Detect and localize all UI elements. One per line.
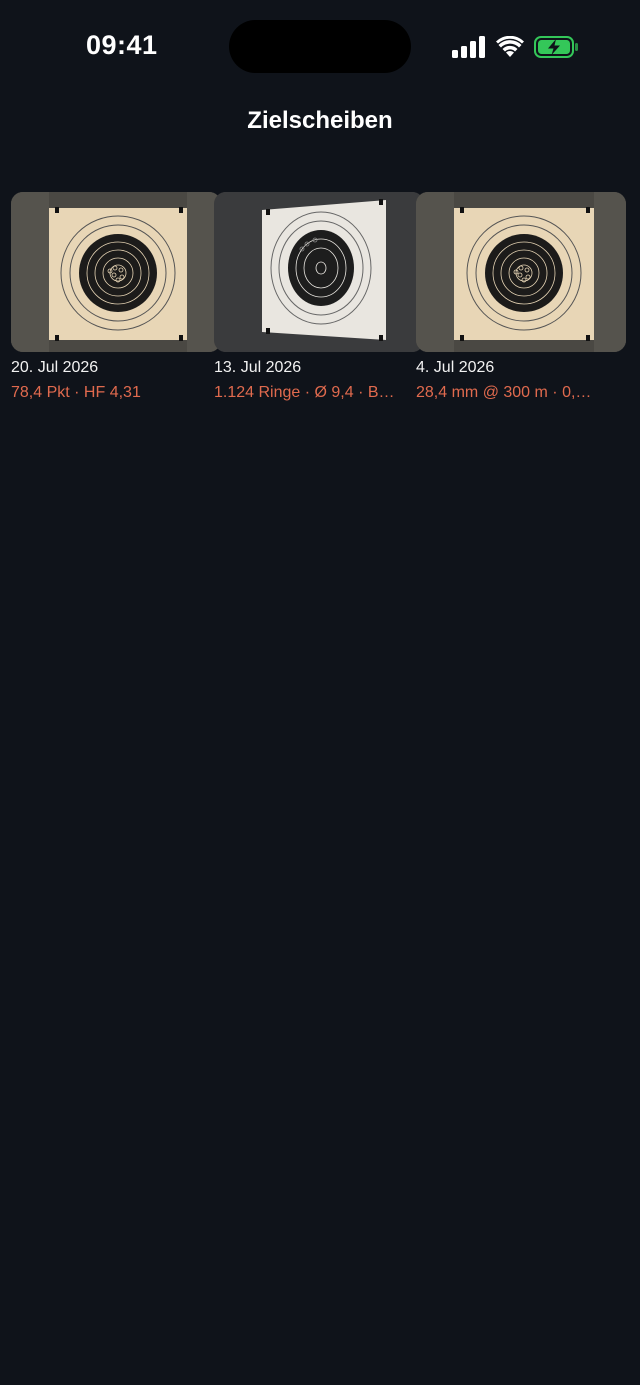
target-card[interactable]: 20. Jul 2026 78,4 Pkt · HF 4,31 [11,192,221,403]
target-card[interactable]: 13. Jul 2026 1.124 Ringe · Ø 9,4 · B… [214,192,424,403]
target-thumbnail[interactable] [416,192,626,352]
target-card[interactable]: 4. Jul 2026 28,4 mm @ 300 m · 0,… [416,192,626,403]
wifi-icon [496,36,524,58]
target-grid: 20. Jul 2026 78,4 Pkt · HF 4,31 13. Jul … [11,192,629,412]
cellular-signal-icon [452,36,486,58]
target-thumbnail[interactable] [214,192,424,352]
target-thumbnail[interactable] [11,192,221,352]
dynamic-island [229,20,411,73]
status-icons [452,34,580,60]
page-title: Zielscheiben [247,107,393,134]
status-time: 09:41 [86,30,158,60]
status-bar: 09:41 [0,0,640,96]
battery-charging-icon [534,35,580,59]
target-date: 20. Jul 2026 [11,359,99,376]
target-metrics: 78,4 Pkt · HF 4,31 [11,384,141,401]
target-date: 4. Jul 2026 [416,359,495,376]
target-metrics: 28,4 mm @ 300 m · 0,… [416,384,592,401]
target-date: 13. Jul 2026 [214,359,302,376]
target-metrics: 1.124 Ringe · Ø 9,4 · B… [214,384,395,401]
